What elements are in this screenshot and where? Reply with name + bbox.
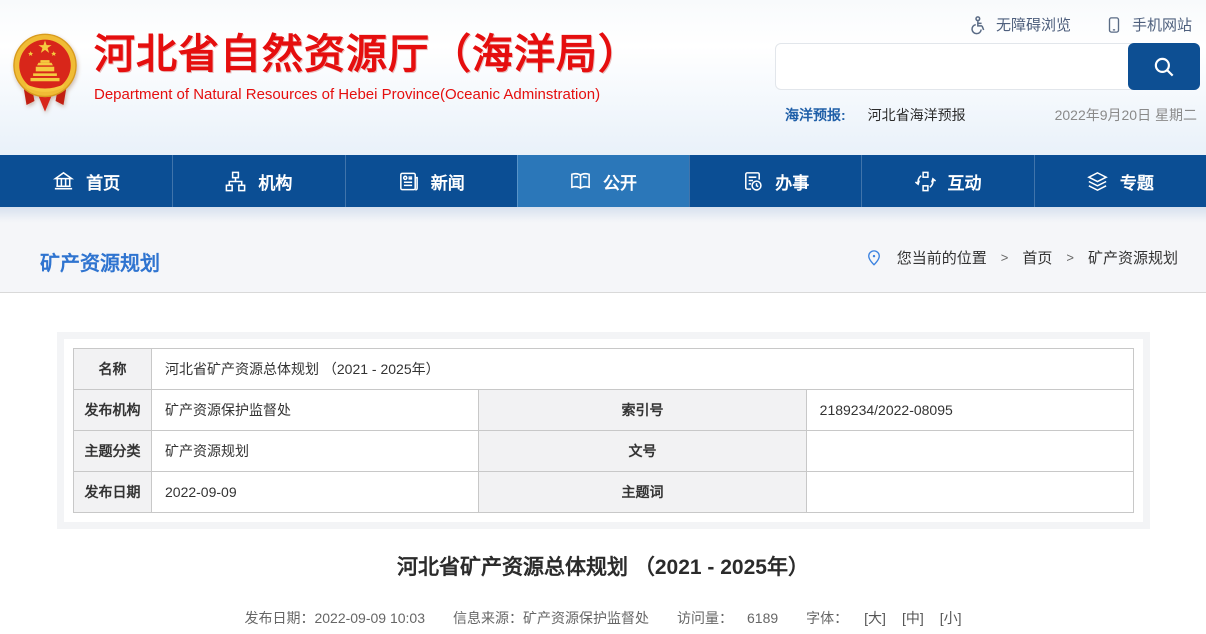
mobile-phone-icon [1105,15,1123,35]
publisher-value-cell: 矿产资源保护监督处 [152,390,479,431]
national-emblem-logo [12,32,78,116]
open-book-icon [569,170,592,193]
main-content: 名称 河北省矿产资源总体规划 （2021 - 2025年） 发布机构 矿产资源保… [0,332,1206,634]
newspaper-icon [397,170,420,193]
table-row-publisher-index: 发布机构 矿产资源保护监督处 索引号 2189234/2022-08095 [74,390,1134,431]
category-label-cell: 主题分类 [74,431,152,472]
mobile-site-link[interactable]: 手机网站 [1105,14,1192,35]
name-value-cell: 河北省矿产资源总体规划 （2021 - 2025年） [152,349,1134,390]
meta-pubdate-label: 发布日期： [244,608,314,628]
nav-label: 新闻 [431,169,465,194]
brand-text: 河北省自然资源厅（海洋局） Department of Natural Reso… [94,30,640,103]
accessibility-link[interactable]: 无障碍浏览 [967,14,1071,35]
accessibility-icon [967,15,987,35]
publisher-label-cell: 发布机构 [74,390,152,431]
pubdate-value-cell: 2022-09-09 [152,472,479,513]
pubdate-label-cell: 发布日期 [74,472,152,513]
nav-label: 首页 [86,169,120,194]
table-row-pubdate-keywords: 发布日期 2022-09-09 主题词 [74,472,1134,513]
meta-visits-label: 访问量： [677,608,733,628]
breadcrumb-location-label: 您当前的位置 [897,247,987,268]
mobile-site-label: 手机网站 [1132,14,1192,35]
table-row-name: 名称 河北省矿产资源总体规划 （2021 - 2025年） [74,349,1134,390]
font-size-medium-button[interactable]: [中] [902,608,924,628]
site-subtitle: Department of Natural Resources of Hebei… [94,86,640,103]
main-nav: 首页 机构 新闻 公开 [0,155,1206,207]
search-icon [1151,54,1177,80]
meta-source: 信息来源： 矿产资源保护监督处 [453,608,649,628]
search-area [775,43,1200,90]
article-title: 河北省矿产资源总体规划 （2021 - 2025年） [0,551,1206,581]
document-clock-icon [741,170,764,193]
docno-value-cell [806,431,1133,472]
meta-pubdate-value: 2022-09-09 10:03 [314,610,425,626]
nav-item-orgs[interactable]: 机构 [172,155,344,207]
home-building-icon [52,170,75,193]
meta-pubdate: 发布日期： 2022-09-09 10:03 [244,608,425,628]
nav-label: 机构 [258,169,292,194]
document-info-card: 名称 河北省矿产资源总体规划 （2021 - 2025年） 发布机构 矿产资源保… [57,332,1150,529]
accessibility-label: 无障碍浏览 [996,14,1071,35]
nav-item-services[interactable]: 办事 [689,155,861,207]
breadcrumb-band: 矿产资源规划 您当前的位置 > 首页 > 矿产资源规划 [0,223,1206,293]
breadcrumb-home-link[interactable]: 首页 [1022,247,1052,268]
org-chart-icon [224,170,247,193]
meta-visits: 访问量： 6189 [677,608,778,628]
index-label-cell: 索引号 [479,390,806,431]
breadcrumb-separator: > [1001,250,1009,265]
breadcrumb-current: 矿产资源规划 [1088,247,1178,268]
breadcrumb-separator: > [1066,250,1074,265]
nav-label: 互动 [948,169,982,194]
index-value-cell: 2189234/2022-08095 [806,390,1133,431]
nav-item-interaction[interactable]: 互动 [861,155,1033,207]
document-info-card-inner: 名称 河北省矿产资源总体规划 （2021 - 2025年） 发布机构 矿产资源保… [64,339,1143,522]
article-meta: 发布日期： 2022-09-09 10:03 信息来源： 矿产资源保护监督处 访… [0,608,1206,628]
search-button[interactable] [1128,43,1200,90]
page: 无障碍浏览 手机网站 [0,0,1206,634]
nav-item-news[interactable]: 新闻 [345,155,517,207]
docno-label-cell: 文号 [479,431,806,472]
layers-icon [1086,170,1109,193]
meta-source-label: 信息来源： [453,608,523,628]
nav-label: 专题 [1120,169,1154,194]
header-shadow-strip [0,207,1206,223]
nav-item-topics[interactable]: 专题 [1034,155,1206,207]
page-title: 矿产资源规划 [40,247,160,276]
font-size-controls: 字体： [大] [中] [小] [806,608,961,628]
forecast-label: 海洋预报: [785,105,846,125]
nav-item-home[interactable]: 首页 [0,155,172,207]
site-brand: 河北省自然资源厅（海洋局） Department of Natural Reso… [12,30,640,116]
meta-source-value: 矿产资源保护监督处 [523,608,649,628]
font-size-small-button[interactable]: [小] [940,608,962,628]
keywords-value-cell [806,472,1133,513]
name-label-cell: 名称 [74,349,152,390]
forecast-row: 海洋预报: 河北省海洋预报 2022年9月20日 星期二 [785,105,1197,125]
topbar-links: 无障碍浏览 手机网站 [967,14,1192,35]
breadcrumb: 您当前的位置 > 首页 > 矿产资源规划 [865,223,1178,292]
nav-label: 公开 [603,169,637,194]
font-size-label: 字体： [806,608,848,628]
category-value-cell: 矿产资源规划 [152,431,479,472]
document-info-table: 名称 河北省矿产资源总体规划 （2021 - 2025年） 发布机构 矿产资源保… [73,348,1134,513]
forecast-link[interactable]: 河北省海洋预报 [868,105,966,125]
current-date: 2022年9月20日 星期二 [1055,105,1197,125]
site-header: 无障碍浏览 手机网站 [0,0,1206,155]
keywords-label-cell: 主题词 [479,472,806,513]
table-row-category-docno: 主题分类 矿产资源规划 文号 [74,431,1134,472]
nav-label: 办事 [775,169,809,194]
meta-visits-value: 6189 [747,610,778,626]
site-title: 河北省自然资源厅（海洋局） [94,30,640,78]
sync-arrows-icon [914,170,937,193]
location-pin-icon [865,248,883,268]
nav-item-disclosure[interactable]: 公开 [517,155,689,207]
font-size-large-button[interactable]: [大] [864,608,886,628]
